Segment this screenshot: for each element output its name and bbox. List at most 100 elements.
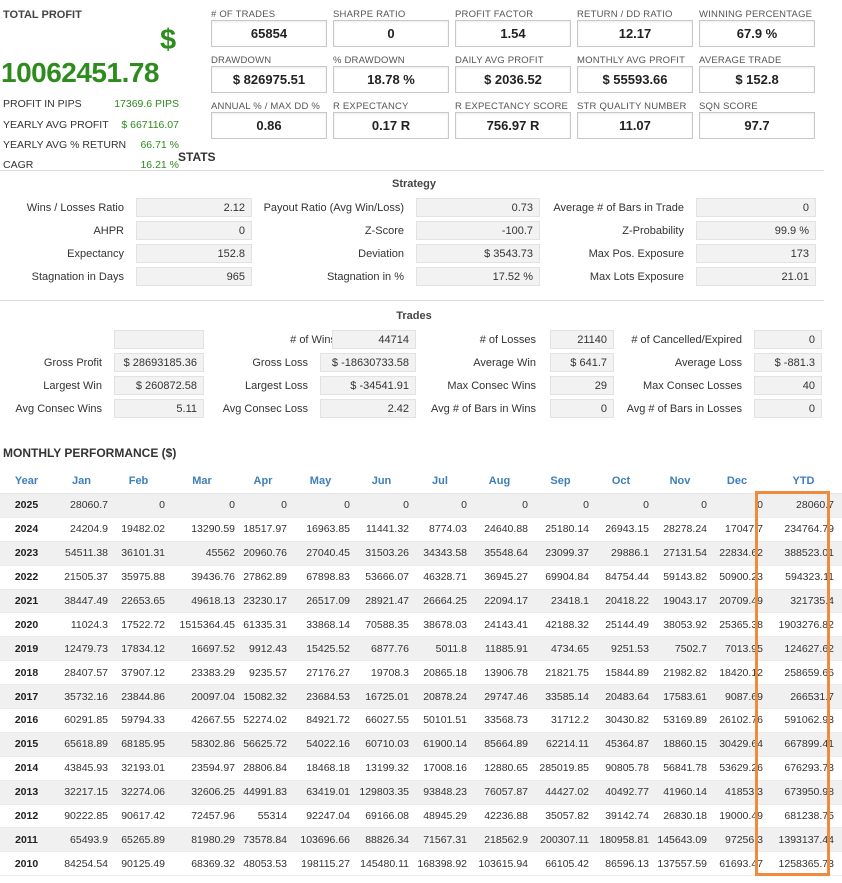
month-cell: 198115.27: [289, 851, 352, 877]
month-cell: 27131.54: [651, 541, 709, 566]
month-cell: 53666.07: [352, 565, 411, 590]
metric-pct-drawdown: % DRAWDOWN 18.78 %: [333, 55, 451, 100]
stat-label: Avg # of Bars in Wins: [431, 403, 536, 415]
year-cell: 2024: [0, 517, 53, 542]
month-cell: 9251.53: [591, 636, 651, 662]
month-cell: 69904.84: [530, 565, 591, 590]
table-row: 2015 65618.89 68185.95 58302.86 56625.72 5402…: [0, 732, 842, 757]
stat-value: -100.7: [416, 221, 540, 240]
table-row: 2011 65493.9 65265.89 81980.29 73578.84 10369…: [0, 827, 842, 853]
month-cell: 0: [651, 493, 709, 518]
dollar-icon: $: [160, 24, 177, 56]
month-cell: 65493.9: [53, 827, 110, 853]
metric-sharpe: SHARPE RATIO 0: [333, 9, 451, 54]
month-cell: 285019.85: [530, 756, 591, 781]
month-cell: 20709.49: [709, 589, 765, 614]
table-row: 2022 21505.37 35975.88 39436.76 27862.89 6789…: [0, 565, 842, 590]
ytd-cell: 124627.62: [765, 636, 842, 662]
stat-value: 40: [754, 376, 822, 395]
ytd-cell: 667899.41: [765, 732, 842, 757]
month-cell: 12880.65: [469, 756, 530, 781]
month-cell: 67898.83: [289, 565, 352, 590]
month-cell: 103615.94: [469, 851, 530, 877]
stat-label: Wins / Losses Ratio: [26, 202, 124, 214]
month-cell: 0: [709, 493, 765, 518]
month-cell: 56625.72: [237, 732, 289, 757]
summary-label: YEARLY AVG PROFIT: [3, 119, 109, 131]
month-cell: 28921.47: [352, 589, 411, 614]
month-cell: 22094.17: [469, 589, 530, 614]
month-cell: 21821.75: [530, 660, 591, 686]
month-cell: 32606.25: [167, 780, 237, 805]
ytd-cell: 266531.7: [765, 684, 842, 710]
month-cell: 30430.82: [591, 708, 651, 733]
stat-value: $ -34541.91: [320, 376, 416, 395]
table-header-row: Year Jan Feb Mar Apr May Jun Jul Aug Sep Oct Nov Dec…: [0, 468, 842, 494]
summary-value: $ 667116.07: [121, 119, 179, 131]
month-cell: 18420.12: [709, 660, 765, 686]
month-cell: 86596.13: [591, 851, 651, 877]
year-cell: 2023: [0, 541, 53, 566]
month-cell: 20483.64: [591, 684, 651, 710]
month-cell: 20418.22: [591, 589, 651, 614]
month-cell: 12479.73: [53, 636, 110, 662]
month-cell: 45364.87: [591, 732, 651, 757]
metric-trades: # OF TRADES 65854: [211, 9, 329, 54]
metric-value: $ 55593.66: [577, 66, 693, 93]
year-cell: 2020: [0, 612, 53, 638]
month-cell: 9087.69: [709, 684, 765, 710]
month-cell: 39142.74: [591, 804, 651, 829]
metric-value: $ 2036.52: [455, 66, 571, 93]
month-cell: 35548.64: [469, 541, 530, 566]
table-row: 2017 35732.16 23844.86 20097.04 15082.32 2368…: [0, 684, 842, 710]
month-cell: 19708.3: [352, 660, 411, 686]
month-cell: 23099.37: [530, 541, 591, 566]
year-cell: 2018: [0, 660, 53, 686]
metric-label: DRAWDOWN: [211, 55, 272, 66]
metric-str-quality: STR QUALITY NUMBER 11.07: [577, 101, 695, 146]
month-cell: 72457.96: [167, 804, 237, 829]
month-cell: 18860.15: [651, 732, 709, 757]
month-cell: 40492.77: [591, 780, 651, 805]
table-row: 2016 60291.85 59794.33 42667.55 52274.02 8492…: [0, 708, 842, 733]
metric-value: 0.86: [211, 112, 327, 139]
stat-label: Payout Ratio (Avg Win/Loss): [263, 202, 404, 214]
month-cell: 90617.42: [110, 804, 167, 829]
metric-label: PROFIT FACTOR: [455, 9, 534, 20]
summary-value: 66.71 %: [140, 139, 179, 151]
month-cell: 22653.65: [110, 589, 167, 614]
month-cell: 90222.85: [53, 804, 110, 829]
month-cell: 38447.49: [53, 589, 110, 614]
month-cell: 61693.47: [709, 851, 765, 877]
month-cell: 30429.64: [709, 732, 765, 757]
month-cell: 25144.49: [591, 612, 651, 638]
ytd-cell: 1903276.82: [765, 612, 842, 638]
month-cell: 41960.14: [651, 780, 709, 805]
table-row: 2024 24204.9 19482.02 13290.59 18517.97 16963…: [0, 517, 842, 542]
month-cell: 49618.13: [167, 589, 237, 614]
month-cell: 21982.82: [651, 660, 709, 686]
month-cell: 218562.9: [469, 827, 530, 853]
metric-label: R EXPECTANCY: [333, 101, 409, 112]
metric-value: 65854: [211, 20, 327, 47]
metric-value: $ 826975.51: [211, 66, 327, 93]
month-cell: 39436.76: [167, 565, 237, 590]
month-cell: 42236.88: [469, 804, 530, 829]
table-row: 2020 11024.3 17522.72 1515364.45 61335.31 338…: [0, 612, 842, 638]
month-cell: 9235.57: [237, 660, 289, 686]
column-header-mar: Mar: [167, 468, 237, 494]
month-cell: 28806.84: [237, 756, 289, 781]
metric-value: 11.07: [577, 112, 693, 139]
metric-label: SQN SCORE: [699, 101, 758, 112]
month-cell: 84754.44: [591, 565, 651, 590]
stat-value: 965: [136, 267, 252, 286]
month-cell: 24143.41: [469, 612, 530, 638]
month-cell: 7013.95: [709, 636, 765, 662]
month-cell: 59794.33: [110, 708, 167, 733]
metric-label: MONTHLY AVG PROFIT: [577, 55, 686, 66]
month-cell: 35975.88: [110, 565, 167, 590]
stat-label: Average Loss: [674, 357, 742, 369]
stat-label: Largest Win: [43, 380, 102, 392]
metric-return-dd: RETURN / DD RATIO 12.17: [577, 9, 695, 54]
month-cell: 60291.85: [53, 708, 110, 733]
